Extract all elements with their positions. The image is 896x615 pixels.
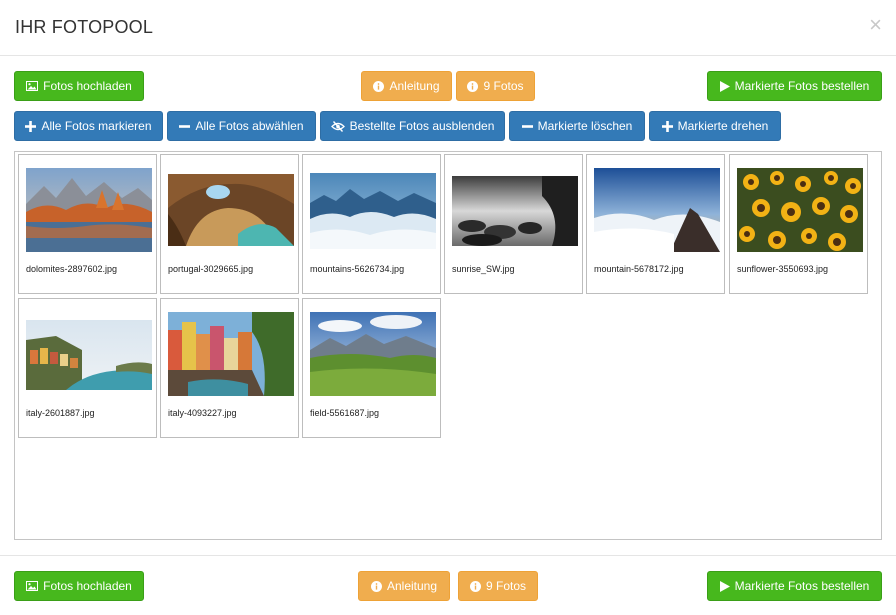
photo-tile[interactable]: portugal-3029665.jpg	[160, 154, 299, 294]
photo-thumbnail-dolomites	[26, 168, 152, 252]
minus-icon	[179, 121, 191, 132]
unmark-all-button[interactable]: Alle Fotos abwählen	[167, 111, 316, 141]
photo-count-label: 9 Fotos	[485, 579, 527, 593]
photo-filename: mountain-5678172.jpg	[594, 264, 684, 274]
guide-label: Anleitung	[389, 79, 440, 93]
info-icon	[469, 580, 481, 592]
mark-all-label: Alle Fotos markieren	[41, 119, 152, 133]
photo-tile[interactable]: dolomites-2897602.jpg	[18, 154, 157, 294]
plus-icon	[661, 120, 673, 132]
photo-tile[interactable]: mountain-5678172.jpg	[586, 154, 725, 294]
upload-photos-button[interactable]: Fotos hochladen	[14, 71, 144, 101]
minus-icon	[521, 121, 533, 132]
photo-thumbnail-sunrise	[452, 176, 578, 246]
plus-icon	[25, 120, 37, 132]
hide-ordered-label: Bestellte Fotos ausblenden	[349, 119, 495, 133]
rotate-marked-label: Markierte drehen	[677, 119, 769, 133]
info-icon	[373, 80, 385, 92]
photo-tile[interactable]: field-5561687.jpg	[302, 298, 441, 438]
photo-grid[interactable]: dolomites-2897602.jpg portugal-3029665.j…	[14, 151, 882, 540]
delete-marked-label: Markierte löschen	[537, 119, 633, 133]
image-icon	[26, 81, 39, 91]
image-icon	[26, 581, 39, 591]
photo-tile[interactable]: sunflower-3550693.jpg	[729, 154, 868, 294]
play-icon	[719, 80, 730, 92]
rotate-marked-button[interactable]: Markierte drehen	[649, 111, 781, 141]
photo-count-button-footer[interactable]: 9 Fotos	[458, 571, 538, 601]
guide-label: Anleitung	[386, 579, 438, 593]
photo-tile[interactable]: sunrise_SW.jpg	[444, 154, 583, 294]
play-icon	[719, 580, 730, 592]
photo-thumbnail-mountain	[594, 168, 720, 252]
photo-filename: italy-4093227.jpg	[168, 408, 237, 418]
order-marked-button[interactable]: Markierte Fotos bestellen	[707, 71, 882, 101]
upload-photos-label: Fotos hochladen	[43, 579, 132, 593]
unmark-all-label: Alle Fotos abwählen	[195, 119, 304, 133]
photo-filename: mountains-5626734.jpg	[310, 264, 405, 274]
info-icon	[370, 580, 382, 592]
delete-marked-button[interactable]: Markierte löschen	[509, 111, 645, 141]
photo-thumbnail-field	[310, 312, 436, 396]
close-button[interactable]: ×	[869, 14, 882, 36]
photo-filename: portugal-3029665.jpg	[168, 264, 254, 274]
mark-all-button[interactable]: Alle Fotos markieren	[14, 111, 163, 141]
photo-tile[interactable]: italy-4093227.jpg	[160, 298, 299, 438]
guide-button[interactable]: Anleitung	[361, 71, 452, 101]
photo-thumbnail-sunflower	[737, 168, 863, 252]
photo-thumbnail-mountains	[310, 173, 436, 249]
photo-filename: field-5561687.jpg	[310, 408, 380, 418]
photo-tile[interactable]: mountains-5626734.jpg	[302, 154, 441, 294]
photo-filename: sunflower-3550693.jpg	[737, 264, 829, 274]
photo-filename: italy-2601887.jpg	[26, 408, 95, 418]
photo-filename: sunrise_SW.jpg	[452, 264, 515, 274]
info-icon	[467, 80, 479, 92]
order-marked-label: Markierte Fotos bestellen	[734, 79, 870, 93]
modal-title: IHR FOTOPOOL	[15, 17, 154, 37]
photo-filename: dolomites-2897602.jpg	[26, 264, 118, 274]
photo-tile[interactable]: italy-2601887.jpg	[18, 298, 157, 438]
eye-slash-icon	[330, 120, 345, 132]
upload-photos-label: Fotos hochladen	[43, 79, 132, 93]
photo-thumbnail-italy-2	[168, 312, 294, 396]
hide-ordered-button[interactable]: Bestellte Fotos ausblenden	[320, 111, 505, 141]
order-marked-label: Markierte Fotos bestellen	[734, 579, 870, 593]
guide-button-footer[interactable]: Anleitung	[358, 571, 450, 601]
photo-thumbnail-portugal	[168, 174, 294, 246]
order-marked-button-footer[interactable]: Markierte Fotos bestellen	[707, 571, 882, 601]
photo-thumbnail-italy-1	[26, 320, 152, 390]
modal-header: IHR FOTOPOOL ×	[0, 0, 896, 56]
photo-count-label: 9 Fotos	[483, 79, 524, 93]
photo-count-button[interactable]: 9 Fotos	[456, 71, 535, 101]
upload-photos-button-footer[interactable]: Fotos hochladen	[14, 571, 144, 601]
